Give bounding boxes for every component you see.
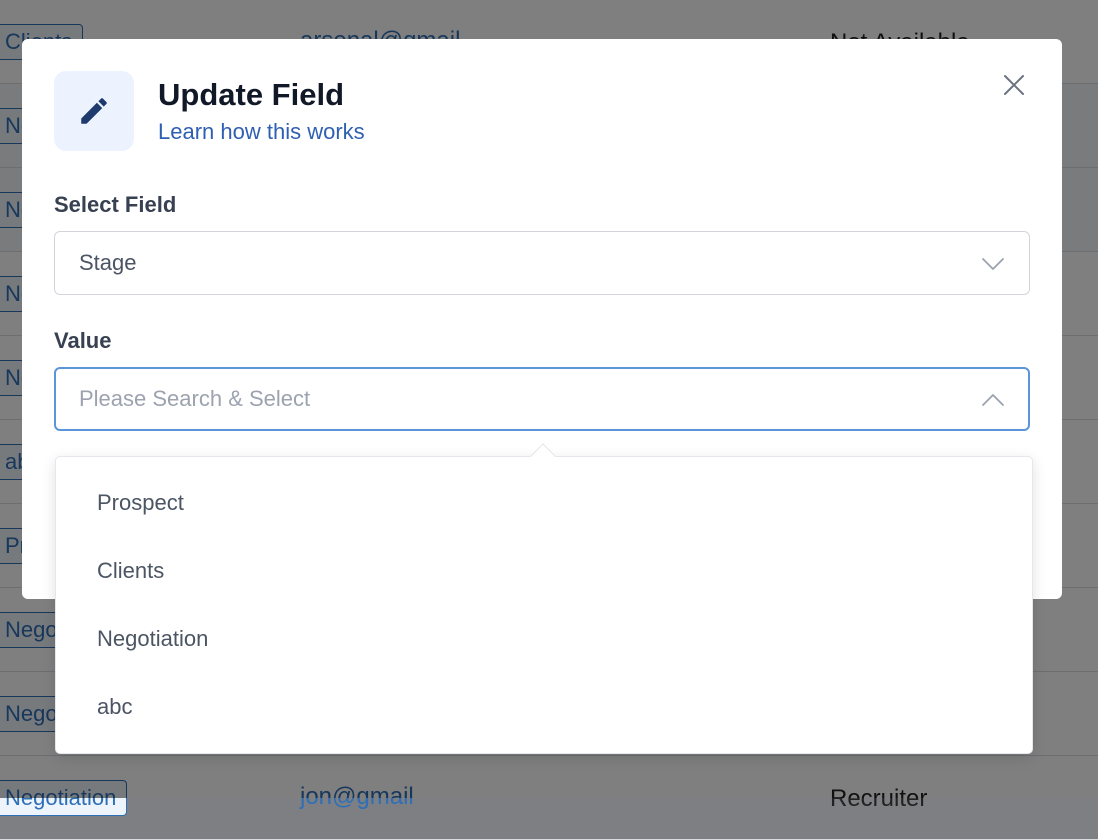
option-clients[interactable]: Clients: [56, 537, 1032, 605]
close-icon: [1004, 75, 1024, 95]
select-field-label: Select Field: [54, 192, 177, 217]
learn-how-link[interactable]: Learn how this works: [158, 119, 365, 145]
option-prospect[interactable]: Prospect: [56, 469, 1032, 537]
close-button[interactable]: [998, 69, 1030, 101]
modal-icon-container: [54, 71, 134, 151]
chevron-down-icon: [982, 258, 1004, 270]
select-field-dropdown[interactable]: Stage: [54, 231, 1030, 295]
value-placeholder: Please Search & Select: [79, 386, 311, 411]
modal-title: Update Field: [158, 77, 345, 112]
select-field-value: Stage: [79, 250, 137, 275]
value-label: Value: [54, 328, 112, 353]
value-search-select[interactable]: Please Search & Select: [54, 367, 1030, 431]
chevron-up-icon: [982, 394, 1004, 406]
option-abc[interactable]: abc: [56, 673, 1032, 741]
pencil-icon: [81, 98, 107, 124]
value-options-dropdown: Prospect Clients Negotiation abc: [55, 443, 1033, 754]
option-negotiation[interactable]: Negotiation: [56, 605, 1032, 673]
